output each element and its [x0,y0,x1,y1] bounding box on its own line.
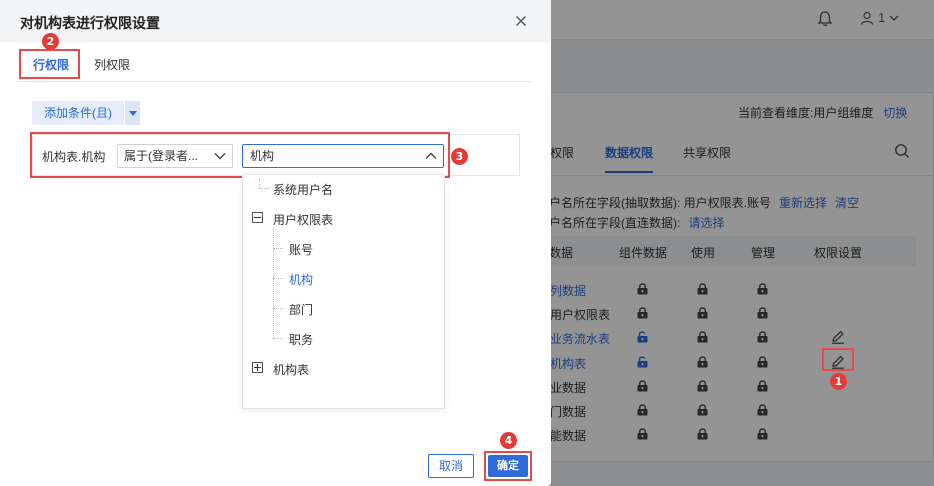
step-badge-1: 1 [830,373,847,390]
collapse-icon[interactable] [252,212,263,223]
highlight-row-tab [19,49,80,79]
tree-node-org-selected[interactable]: 机构 [289,271,313,288]
highlight-edit [822,348,854,371]
close-icon[interactable] [513,13,529,29]
dialog-header: 对机构表进行权限设置 [0,0,551,42]
tree-node-user-permission-table[interactable]: 用户权限表 [273,211,333,228]
field-tree-dropdown: 系统用户名 用户权限表 账号 机构 部门 职务 机构表 [242,174,445,409]
permission-dialog: 对机构表进行权限设置 行权限 列权限 2 添加条件(且) 机构表.机构 属于(登… [0,0,551,486]
step-badge-3: 3 [451,148,468,165]
tree-node-org-table[interactable]: 机构表 [273,361,309,378]
highlight-confirm [484,451,532,481]
add-condition-button[interactable]: 添加条件(且) [32,101,124,125]
tree-node-department[interactable]: 部门 [289,301,313,318]
cancel-button[interactable]: 取消 [428,454,474,478]
caret-down-icon [128,110,137,116]
add-condition-group: 添加条件(且) [32,101,140,125]
tab-column-permission[interactable]: 列权限 [94,56,130,73]
step-badge-4: 4 [500,432,517,449]
dialog-title: 对机构表进行权限设置 [20,15,160,31]
highlight-condition [30,132,450,178]
expand-icon[interactable] [252,362,263,373]
tree-node-account[interactable]: 账号 [289,241,313,258]
permission-tabs: 行权限 列权限 [16,42,532,82]
step-badge-2: 2 [42,33,59,50]
tree-node-position[interactable]: 职务 [289,331,313,348]
add-condition-dropdown[interactable] [124,101,140,125]
tree-node-system-username[interactable]: 系统用户名 [273,181,333,198]
